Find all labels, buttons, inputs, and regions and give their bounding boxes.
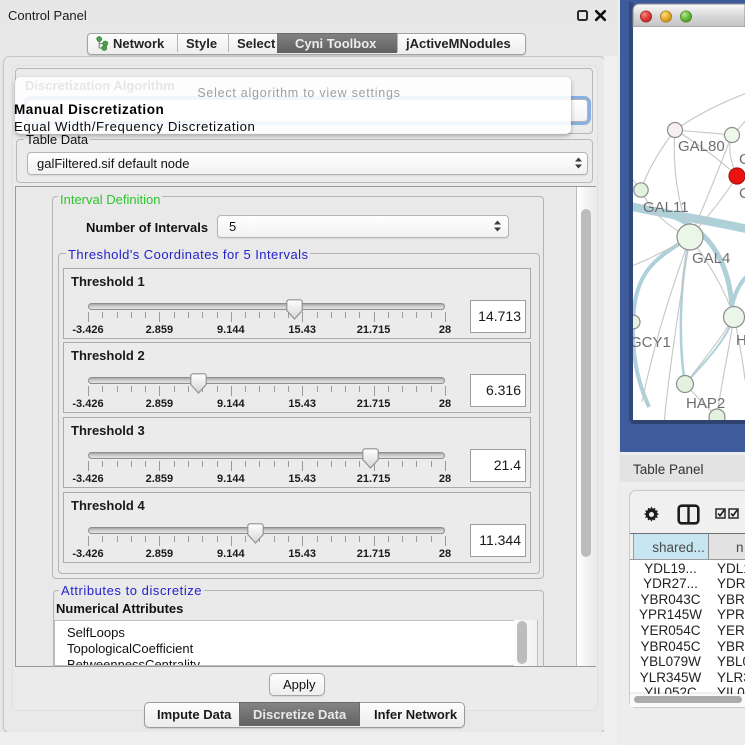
svg-text:C: C	[739, 185, 745, 202]
svg-text:H: H	[736, 332, 745, 349]
svg-text:GCY1: GCY1	[630, 334, 671, 351]
svg-text:GAL11: GAL11	[643, 199, 689, 216]
svg-text:G.: G.	[739, 151, 745, 168]
svg-text:GAL4: GAL4	[692, 250, 730, 267]
svg-text:HAP2: HAP2	[686, 395, 725, 412]
svg-text:GAL80: GAL80	[678, 138, 725, 155]
